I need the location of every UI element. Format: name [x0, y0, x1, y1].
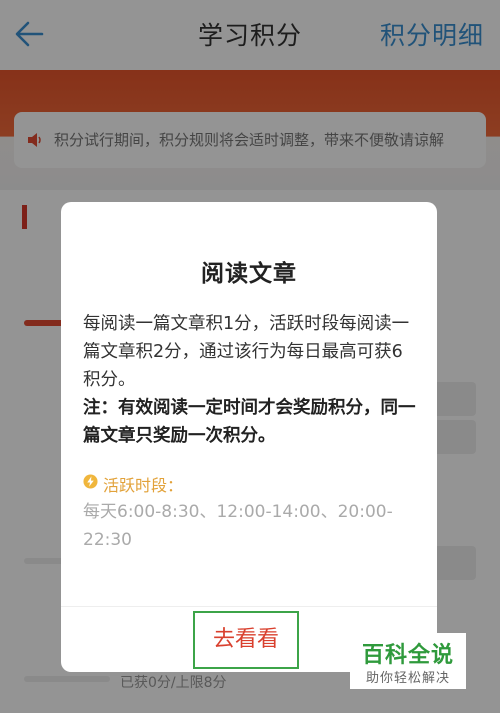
- active-period-label: 活跃时段：: [83, 472, 183, 496]
- watermark-subtitle: 助你轻松解决: [365, 671, 450, 686]
- modal-body-text: 每阅读一篇文章积1分，活跃时段每阅读一篇文章积2分，通过该行为每日最高可获6积分…: [83, 314, 410, 390]
- lightning-icon: [83, 474, 98, 489]
- site-watermark: 百科全说 助你轻松解决: [350, 633, 466, 689]
- go-watch-button[interactable]: 去看看: [193, 611, 299, 669]
- modal-title: 阅读文章: [201, 261, 297, 287]
- watermark-title: 百科全说: [361, 643, 454, 668]
- active-period-label-text: 活跃时段：: [103, 476, 184, 495]
- task-info-modal: 阅读文章 每阅读一篇文章积1分，活跃时段每阅读一篇文章积2分，通过该行为每日最高…: [61, 202, 437, 672]
- active-period-times: 每天6:00-8:30、12:00-14:00、20:00-22:30: [83, 502, 393, 550]
- modal-note-text: 注：有效阅读一定时间才会奖励积分，同一篇文章只奖励一次积分。: [83, 398, 416, 446]
